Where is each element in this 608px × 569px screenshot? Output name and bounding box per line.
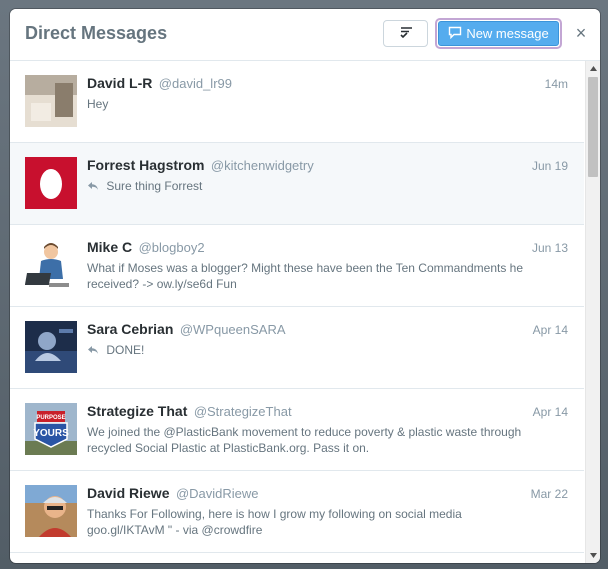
conversation-name-line: David L-R @david_lr99 xyxy=(87,75,527,93)
message-time: 14m xyxy=(544,77,568,91)
conversation-row[interactable]: PURPOSE YOURS Strategize That @Strategiz… xyxy=(10,389,584,471)
message-snippet: What if Moses was a blogger? Might these… xyxy=(87,260,542,292)
new-message-button[interactable]: New message xyxy=(438,21,559,46)
scrollbar[interactable] xyxy=(585,61,600,563)
scroll-up-arrow-icon[interactable] xyxy=(586,61,600,76)
conversation-list: David L-R @david_lr99 14m Hey Forrest Ha… xyxy=(10,61,584,563)
sender-handle[interactable]: @DavidRiewe xyxy=(176,486,259,501)
message-text: Hey xyxy=(87,97,109,111)
avatar xyxy=(25,157,77,209)
sender-handle[interactable]: @StrategizeThat xyxy=(194,404,292,419)
avatar: PURPOSE YOURS xyxy=(25,403,77,455)
message-time: Mar 22 xyxy=(530,487,568,501)
modal-header: Direct Messages New message × xyxy=(10,9,600,61)
close-button[interactable]: × xyxy=(573,23,589,43)
message-time: Jun 19 xyxy=(531,159,568,173)
mark-all-read-button[interactable] xyxy=(383,20,428,47)
conversation-name-line: Mike C @blogboy2 xyxy=(87,239,527,257)
conversation-name-line: Strategize That @StrategizeThat xyxy=(87,403,527,421)
avatar xyxy=(25,485,77,537)
sender-name: Forrest Hagstrom xyxy=(87,157,205,173)
conversation-name-line: Forrest Hagstrom @kitchenwidgetry xyxy=(87,157,527,175)
scrollbar-thumb[interactable] xyxy=(588,77,598,177)
conversation-row[interactable]: David Riewe @DavidRiewe Mar 22 Thanks Fo… xyxy=(10,471,584,553)
close-icon: × xyxy=(575,23,587,43)
message-text: Sure thing Forrest xyxy=(106,179,203,193)
reply-arrow-icon xyxy=(87,343,99,359)
sender-name: Strategize That xyxy=(87,403,188,419)
conversation-row[interactable]: Mike C @blogboy2 Jun 13 What if Moses wa… xyxy=(10,225,584,307)
message-snippet: DONE! xyxy=(87,342,542,359)
message-snippet: Thanks For Following, here is how I grow… xyxy=(87,506,542,538)
message-text: Thanks For Following, here is how I grow… xyxy=(87,507,462,537)
reply-arrow-icon xyxy=(87,179,99,195)
avatar-sign-top: PURPOSE xyxy=(36,415,65,421)
sender-handle[interactable]: @blogboy2 xyxy=(139,240,205,255)
message-snippet: Sure thing Forrest xyxy=(87,178,542,195)
sender-name: Mike C xyxy=(87,239,133,255)
sender-handle[interactable]: @david_lr99 xyxy=(159,76,232,91)
avatar-sign-main: YOURS xyxy=(33,428,69,439)
message-time: Apr 14 xyxy=(532,405,568,419)
avatar xyxy=(25,239,77,291)
sender-handle[interactable]: @kitchenwidgetry xyxy=(211,158,314,173)
message-text: We joined the @PlasticBank movement to r… xyxy=(87,425,522,455)
avatar xyxy=(25,75,77,127)
sender-name: Sara Cebrian xyxy=(87,321,174,337)
conversation-row[interactable]: David L-R @david_lr99 14m Hey xyxy=(10,61,584,143)
modal-title: Direct Messages xyxy=(25,23,168,43)
conversation-name-line: David Riewe @DavidRiewe xyxy=(87,485,527,503)
scroll-down-arrow-icon[interactable] xyxy=(586,548,600,563)
compose-message-icon xyxy=(448,26,462,42)
sender-name: David Riewe xyxy=(87,485,170,501)
sender-name: David L-R xyxy=(87,75,153,91)
message-snippet: We joined the @PlasticBank movement to r… xyxy=(87,424,542,456)
sender-handle[interactable]: @WPqueenSARA xyxy=(180,322,286,337)
message-text: What if Moses was a blogger? Might these… xyxy=(87,261,524,291)
mark-all-read-icon xyxy=(398,25,414,43)
message-time: Apr 14 xyxy=(532,323,568,337)
conversation-row[interactable]: Sara Cebrian @WPqueenSARA Apr 14 DONE! xyxy=(10,307,584,389)
message-snippet: Hey xyxy=(87,96,542,112)
avatar xyxy=(25,321,77,373)
message-time: Jun 13 xyxy=(531,241,568,255)
message-text: DONE! xyxy=(106,343,145,357)
conversation-name-line: Sara Cebrian @WPqueenSARA xyxy=(87,321,527,339)
new-message-focus-ring: New message xyxy=(435,18,562,49)
conversation-row[interactable]: Forrest Hagstrom @kitchenwidgetry Jun 19… xyxy=(10,143,584,225)
direct-messages-modal: Direct Messages New message × David L-R … xyxy=(10,9,600,563)
new-message-label: New message xyxy=(466,26,549,41)
